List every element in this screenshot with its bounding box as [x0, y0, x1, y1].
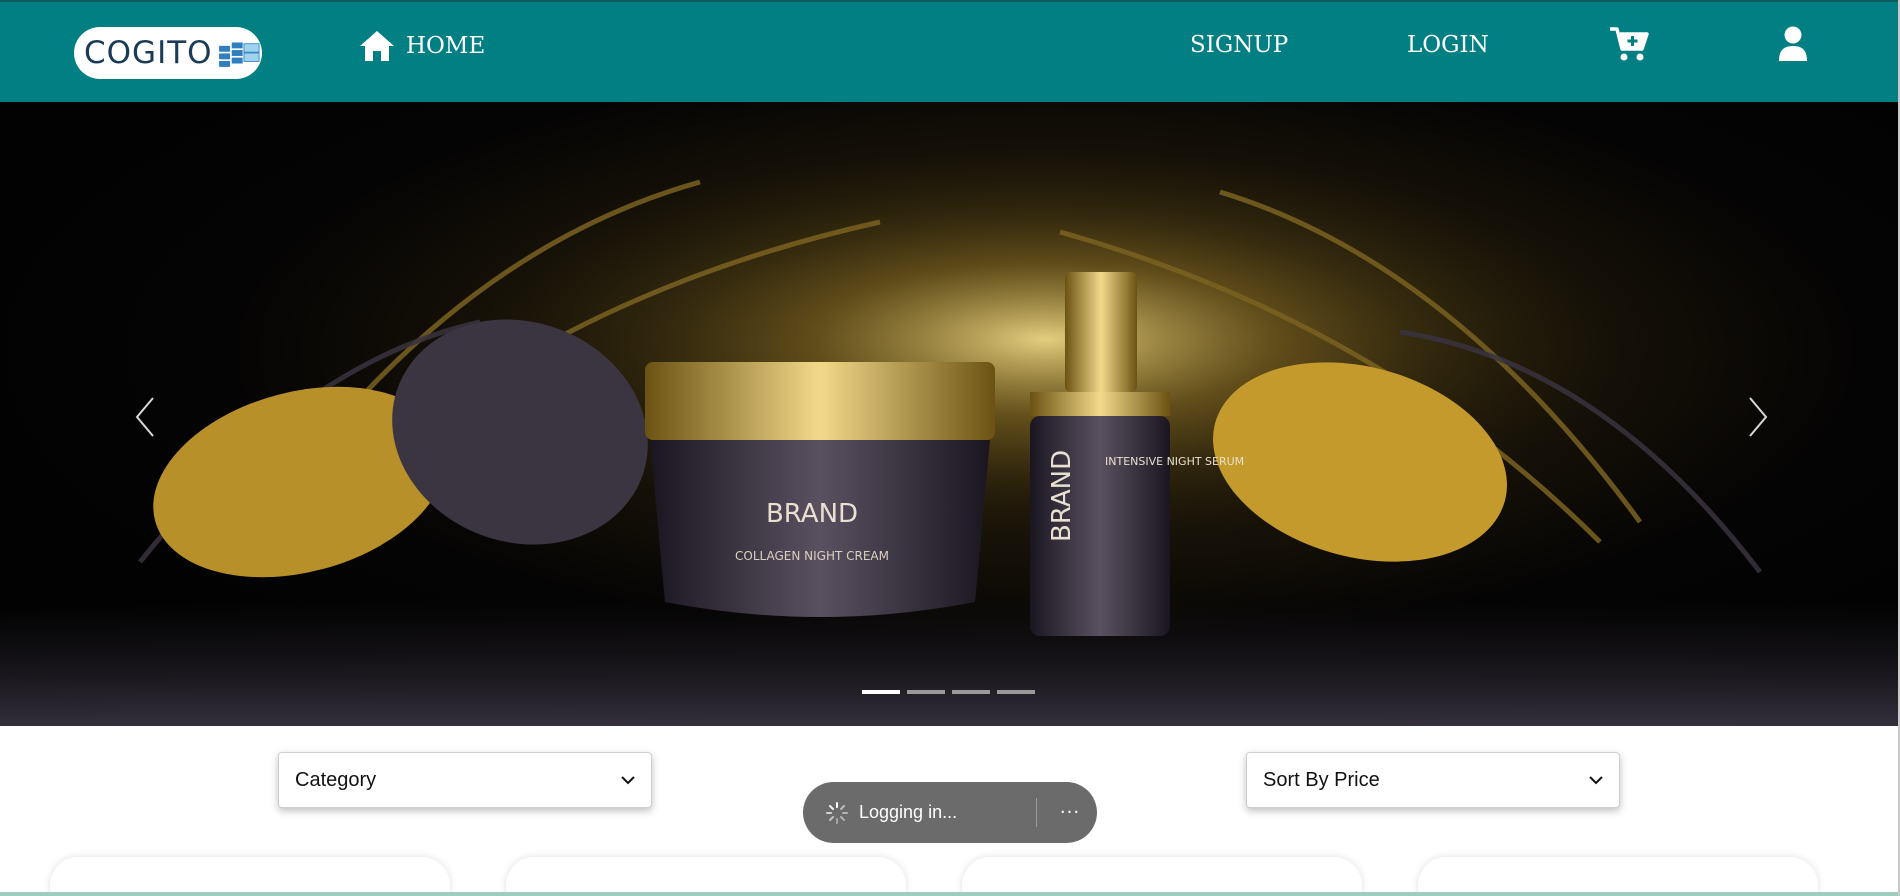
chevron-down-icon [621, 776, 635, 785]
nav-signup-link[interactable]: SIGNUP [1190, 32, 1288, 58]
category-select-value: Category [295, 768, 377, 791]
product-card[interactable] [506, 857, 906, 896]
carousel-indicator-2[interactable] [907, 690, 945, 694]
carousel-indicator-4[interactable] [997, 690, 1035, 694]
product-card[interactable] [962, 857, 1362, 896]
product-card[interactable] [1418, 857, 1818, 896]
carousel-indicators [862, 690, 1035, 694]
jar-product-text: COLLAGEN NIGHT CREAM [735, 549, 889, 563]
toast-more-button[interactable]: ··· [1056, 798, 1084, 826]
chevron-right-icon[interactable] [1738, 392, 1778, 442]
top-navbar: COGITO HOME SIGNUP LOGIN [0, 0, 1900, 102]
jar-brand-text: BRAND [766, 499, 858, 529]
bottle-product-text: INTENSIVE NIGHT SERUM [1105, 455, 1244, 468]
carousel-indicator-1[interactable] [862, 690, 900, 694]
toast-divider [1036, 798, 1037, 827]
toast-message: Logging in... [859, 802, 958, 822]
cubes-icon [217, 41, 260, 68]
nav-login-link[interactable]: LOGIN [1407, 32, 1489, 58]
hero-carousel: BRAND COLLAGEN NIGHT CREAM BRAND INTENSI… [0, 102, 1900, 726]
chevron-left-icon[interactable] [125, 392, 165, 442]
cart-plus-icon[interactable] [1609, 26, 1649, 62]
product-card[interactable] [50, 857, 450, 896]
user-icon[interactable] [1777, 26, 1809, 62]
home-icon [360, 31, 394, 61]
carousel-indicator-3[interactable] [952, 690, 990, 694]
bottom-border [0, 892, 1900, 896]
bottle-brand-text: BRAND [1047, 450, 1077, 542]
login-status-toast: Logging in... ··· [803, 782, 1097, 843]
category-select[interactable]: Category [278, 752, 652, 808]
nav-home-label: HOME [406, 33, 486, 59]
sort-by-price-select[interactable]: Sort By Price [1246, 752, 1620, 808]
sort-select-value: Sort By Price [1263, 768, 1380, 791]
chevron-down-icon [1589, 776, 1603, 785]
nav-home-link[interactable]: HOME [358, 26, 485, 66]
cosmetics-slide-image: BRAND COLLAGEN NIGHT CREAM BRAND INTENSI… [0, 102, 1900, 726]
logo-text: COGITO [84, 35, 213, 71]
spinner-icon [826, 801, 848, 824]
cogito-logo[interactable]: COGITO [74, 27, 262, 79]
